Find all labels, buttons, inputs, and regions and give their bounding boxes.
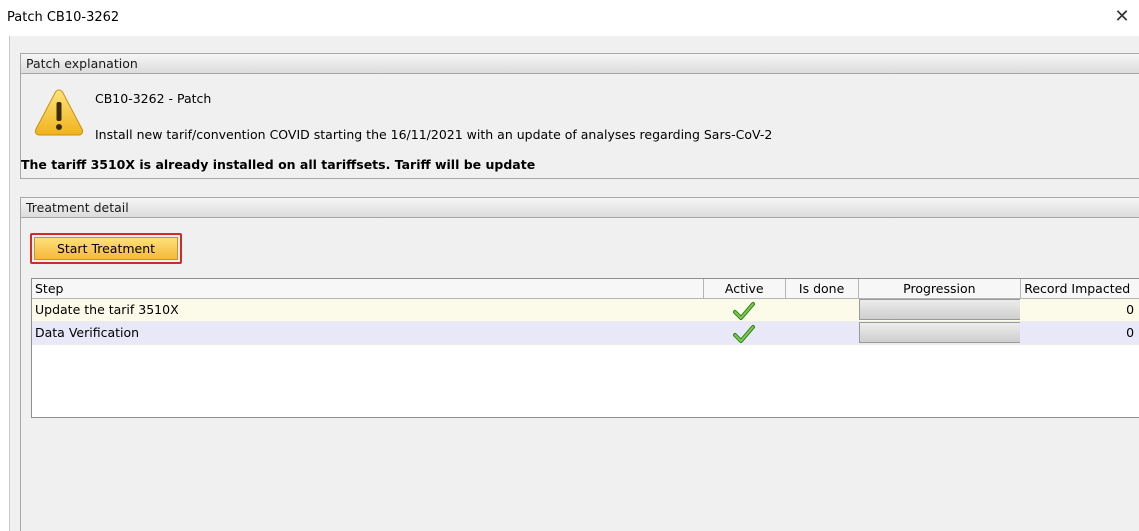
- table-row[interactable]: Update the tarif 3510X 0: [32, 299, 1139, 322]
- table-row[interactable]: Data Verification 0: [32, 322, 1139, 345]
- steps-table-header: Step Active Is done Progression Record I…: [32, 279, 1139, 299]
- steps-table: Step Active Is done Progression Record I…: [31, 278, 1139, 418]
- treatment-detail-panel: Treatment detail Start Treatment Step Ac…: [20, 197, 1139, 531]
- column-header-active[interactable]: Active: [704, 279, 786, 298]
- is-done-cell: [786, 322, 859, 344]
- patch-explanation-header: Patch explanation: [21, 54, 1139, 74]
- column-header-record-impacted[interactable]: Record Impacted: [1021, 279, 1139, 298]
- warning-icon: [34, 89, 84, 136]
- start-treatment-button[interactable]: Start Treatment: [34, 237, 178, 260]
- active-cell[interactable]: [704, 299, 786, 321]
- window-title: Patch CB10-3262: [7, 10, 120, 25]
- step-name: Update the tarif 3510X: [35, 302, 179, 317]
- active-cell[interactable]: [704, 322, 786, 344]
- step-name: Data Verification: [35, 325, 140, 340]
- checkmark-icon: [733, 324, 756, 343]
- treatment-detail-header: Treatment detail: [21, 198, 1139, 218]
- progress-cell: [858, 299, 1022, 321]
- patch-explanation-panel: Patch explanation CB10-3262 - Patch Inst…: [20, 53, 1139, 179]
- patch-name: CB10-3262 - Patch: [95, 91, 212, 106]
- progress-bar: [858, 322, 1021, 343]
- title-bar: Patch CB10-3262 ✕: [0, 0, 1139, 36]
- records-impacted: 0: [1126, 302, 1135, 317]
- column-header-progression[interactable]: Progression: [859, 279, 1022, 298]
- patch-status-message: The tariff 3510X is already installed on…: [21, 157, 536, 172]
- progress-bar: [858, 299, 1021, 320]
- is-done-cell: [786, 299, 859, 321]
- dialog-body: Patch explanation CB10-3262 - Patch Inst…: [9, 36, 1139, 531]
- patch-description: Install new tarif/convention COVID start…: [95, 127, 773, 142]
- column-header-step[interactable]: Step: [32, 279, 704, 298]
- records-impacted: 0: [1126, 325, 1135, 340]
- close-icon[interactable]: ✕: [1111, 6, 1133, 28]
- column-header-is-done[interactable]: Is done: [786, 279, 859, 298]
- checkmark-icon: [733, 301, 756, 320]
- progress-cell: [858, 322, 1022, 344]
- start-treatment-highlight: Start Treatment: [30, 233, 182, 264]
